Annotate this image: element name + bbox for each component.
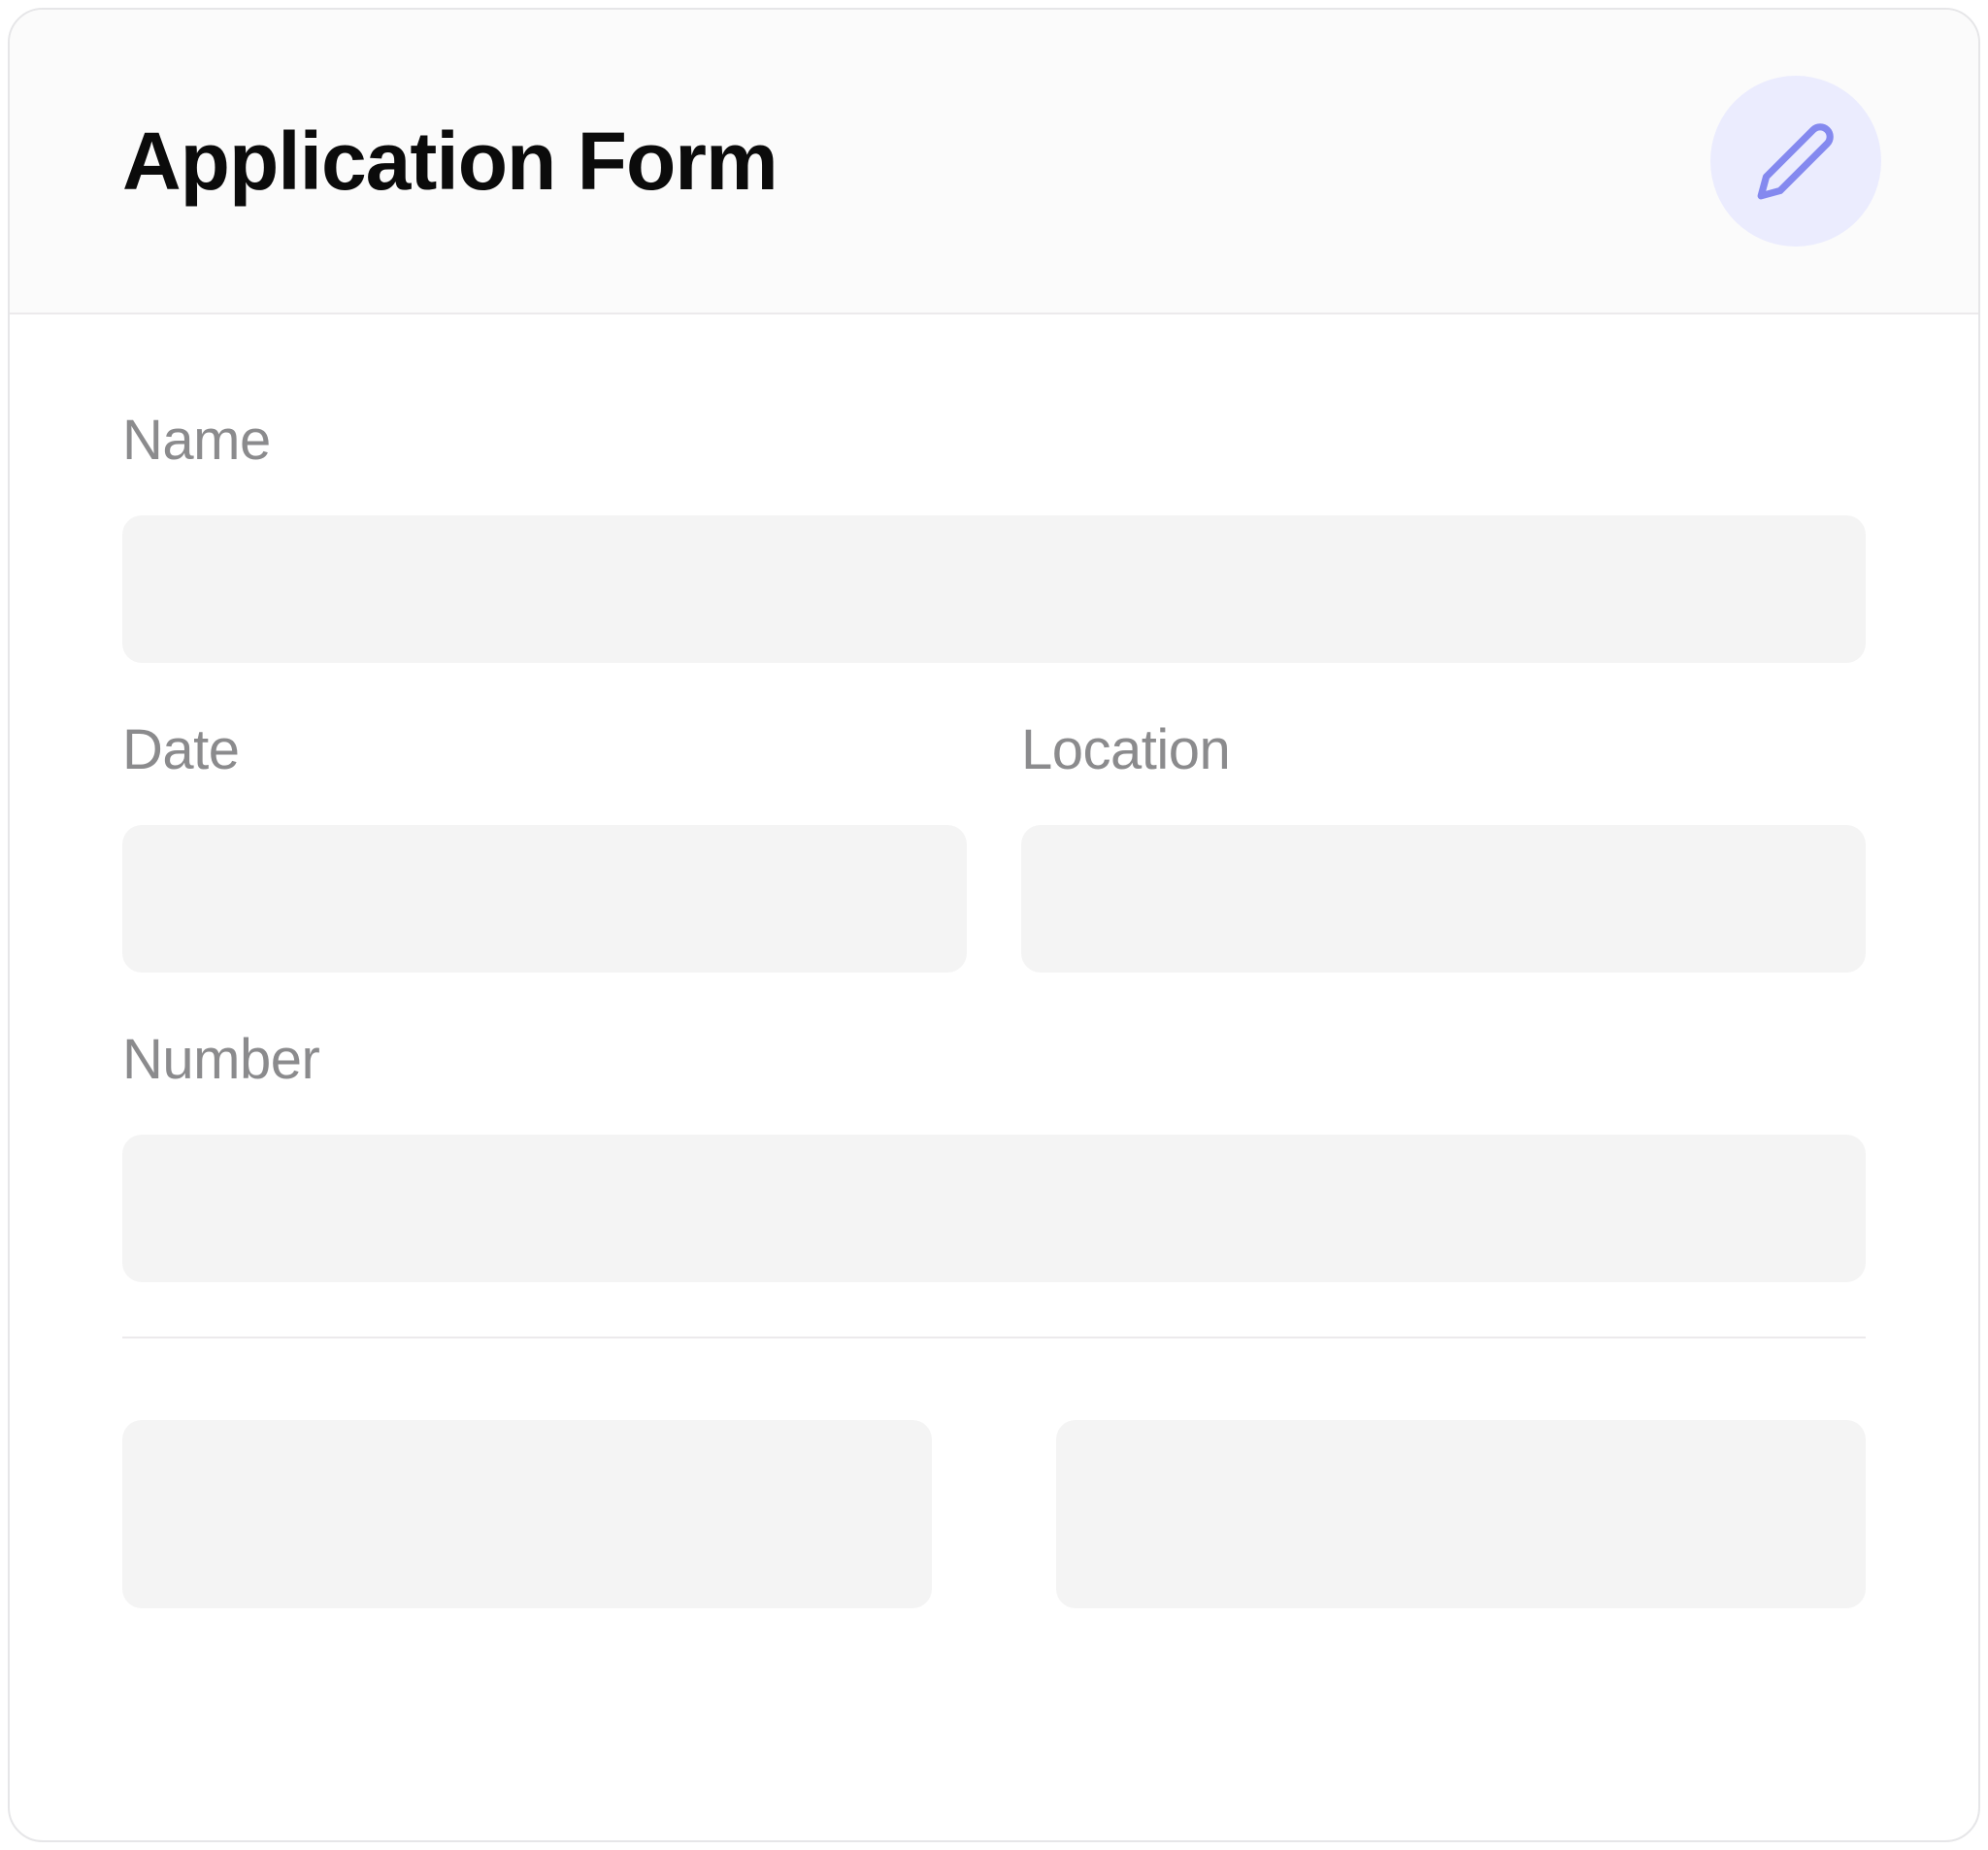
location-label: Location: [1021, 717, 1866, 782]
field-location: Location: [1021, 717, 1866, 973]
page-title: Application Form: [122, 115, 778, 209]
edit-button[interactable]: [1710, 76, 1881, 247]
pencil-icon: [1754, 119, 1838, 203]
divider: [122, 1337, 1866, 1338]
field-number: Number: [122, 1027, 1866, 1282]
date-input[interactable]: [122, 825, 967, 973]
date-label: Date: [122, 717, 967, 782]
field-date: Date: [122, 717, 967, 973]
number-input[interactable]: [122, 1135, 1866, 1282]
action-button-left[interactable]: [122, 1420, 932, 1608]
action-button-right[interactable]: [1056, 1420, 1866, 1608]
button-row: [122, 1420, 1866, 1608]
row-name: Name: [122, 408, 1866, 663]
card-header: Application Form: [10, 10, 1978, 314]
number-label: Number: [122, 1027, 1866, 1092]
application-form-card: Application Form Name Date Location: [8, 8, 1980, 1842]
card-body: Name Date Location Number: [10, 314, 1978, 1608]
name-label: Name: [122, 408, 1866, 473]
row-date-location: Date Location: [122, 717, 1866, 973]
location-input[interactable]: [1021, 825, 1866, 973]
name-input[interactable]: [122, 515, 1866, 663]
field-name: Name: [122, 408, 1866, 663]
row-number: Number: [122, 1027, 1866, 1282]
